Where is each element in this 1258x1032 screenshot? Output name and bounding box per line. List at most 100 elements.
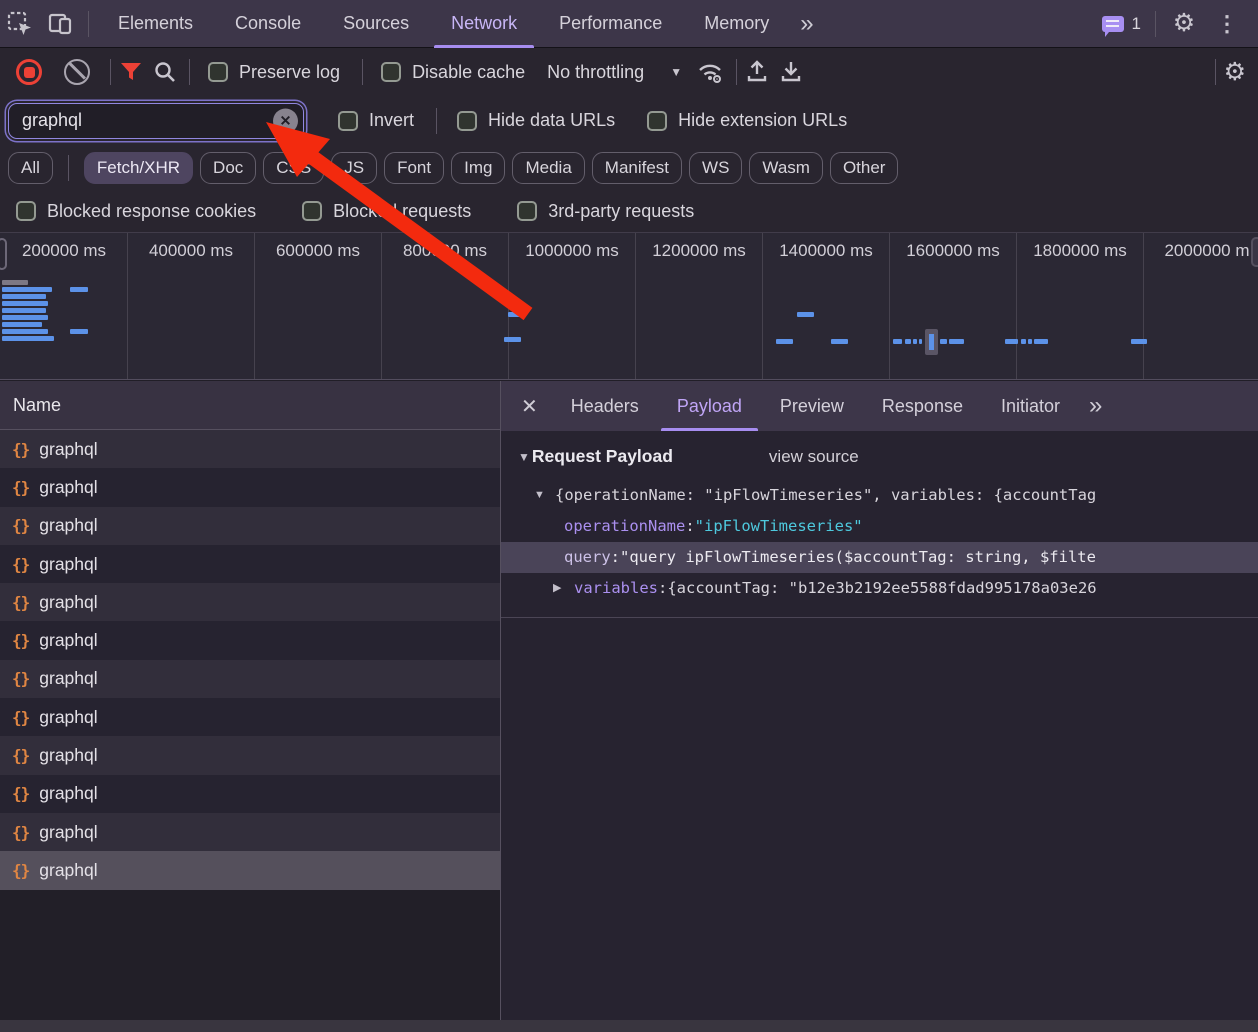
more-detail-tabs-icon[interactable]: » <box>1079 392 1110 420</box>
filter-chip-media[interactable]: Media <box>512 152 584 184</box>
disable-cache-label: Disable cache <box>412 62 525 83</box>
payload-value: "ipFlowTimeseries" <box>695 511 863 542</box>
throttling-value: No throttling <box>547 62 644 83</box>
filter-funnel-icon[interactable] <box>119 61 143 83</box>
payload-section-title: Request Payload <box>532 446 673 467</box>
record-network-log-icon[interactable] <box>16 59 42 85</box>
request-row[interactable]: {}graphql <box>0 430 500 468</box>
preserve-log-checkbox[interactable] <box>208 62 228 82</box>
filter-chip-css[interactable]: CSS <box>263 152 324 184</box>
view-source-link[interactable]: view source <box>769 447 859 467</box>
timeline-tick-label: 400000 ms <box>128 241 254 261</box>
kebab-menu-icon[interactable]: ⋮ <box>1204 11 1250 37</box>
request-row[interactable]: {}graphql <box>0 736 500 774</box>
filter-chip-ws[interactable]: WS <box>689 152 742 184</box>
filter-chip-doc[interactable]: Doc <box>200 152 256 184</box>
payload-collapse-icon[interactable]: ▼ <box>518 450 530 464</box>
clear-filter-icon[interactable]: ✕ <box>273 108 298 133</box>
import-har-icon[interactable] <box>745 59 769 85</box>
request-row[interactable]: {}graphql <box>0 583 500 621</box>
tree-toggle-icon[interactable]: ▶ <box>553 573 574 604</box>
filter-chip-wasm[interactable]: Wasm <box>749 152 823 184</box>
divider <box>68 155 69 181</box>
divider <box>110 59 111 85</box>
timeline-request-bar <box>949 339 964 344</box>
clear-network-log-icon[interactable] <box>64 59 90 85</box>
tab-sources[interactable]: Sources <box>322 0 430 48</box>
inspect-element-icon[interactable] <box>0 4 40 44</box>
request-row[interactable]: {}graphql <box>0 851 500 889</box>
timeline-request-bar <box>919 339 922 344</box>
settings-gear-icon[interactable]: ⚙ <box>1164 4 1204 44</box>
network-conditions-icon[interactable] <box>696 59 724 85</box>
tab-elements[interactable]: Elements <box>97 0 214 48</box>
request-row[interactable]: {} graphql <box>0 545 500 583</box>
filter-chip-js[interactable]: JS <box>331 152 377 184</box>
more-tabs-icon[interactable]: » <box>790 10 821 38</box>
disable-cache-checkbox[interactable] <box>381 62 401 82</box>
3rd-party-requests-checkbox[interactable] <box>517 201 537 221</box>
timeline-tick-label: 1400000 ms <box>763 241 889 261</box>
network-overview-timeline[interactable]: 200000 ms400000 ms600000 ms800000 ms1000… <box>0 232 1258 380</box>
filter-chip-fetch-xhr[interactable]: Fetch/XHR <box>84 152 193 184</box>
filter-chip-all[interactable]: All <box>8 152 53 184</box>
filter-chip-manifest[interactable]: Manifest <box>592 152 682 184</box>
preserve-log-label: Preserve log <box>239 62 340 83</box>
tree-toggle-icon[interactable]: ▼ <box>534 480 555 511</box>
detail-tab-response[interactable]: Response <box>863 381 982 431</box>
detail-tab-payload[interactable]: Payload <box>658 381 761 431</box>
timeline-request-bar <box>1028 339 1032 344</box>
3rd-party-requests-group: 3rd-party requests <box>517 201 694 222</box>
request-row[interactable]: {}graphql <box>0 621 500 659</box>
detail-tab-initiator[interactable]: Initiator <box>982 381 1079 431</box>
throttling-dropdown[interactable]: No throttling ▼ <box>547 62 682 83</box>
payload-colon: : <box>611 542 620 573</box>
payload-line[interactable]: query: "query ipFlowTimeseries($accountT… <box>501 542 1258 573</box>
request-name: graphql <box>39 860 97 881</box>
blocked-response-cookies-group: Blocked response cookies <box>16 201 256 222</box>
tab-network[interactable]: Network <box>430 0 538 48</box>
close-details-icon[interactable]: ✕ <box>521 394 538 419</box>
timeline-request-bar <box>1131 339 1147 344</box>
name-column-header[interactable]: Name <box>0 381 500 430</box>
tab-performance[interactable]: Performance <box>538 0 683 48</box>
issues-icon[interactable] <box>1102 16 1124 32</box>
timeline-request-bar <box>2 336 54 341</box>
device-toolbar-icon[interactable] <box>40 4 80 44</box>
timeline-request-bar <box>2 301 48 306</box>
tab-memory[interactable]: Memory <box>683 0 790 48</box>
request-details-panel: ✕ HeadersPayloadPreviewResponseInitiator… <box>501 381 1258 1020</box>
timeline-request-bar <box>2 329 48 334</box>
divider <box>189 59 190 85</box>
hide-data-urls-checkbox[interactable] <box>457 111 477 131</box>
issues-count[interactable]: 1 <box>1132 14 1141 34</box>
blocked-requests-checkbox[interactable] <box>302 201 322 221</box>
search-icon[interactable] <box>153 60 177 84</box>
request-row[interactable]: {}graphql <box>0 775 500 813</box>
filter-chip-img[interactable]: Img <box>451 152 505 184</box>
request-name: graphql <box>39 554 97 575</box>
network-settings-gear-icon[interactable]: ⚙ <box>1224 60 1246 85</box>
invert-checkbox[interactable] <box>338 111 358 131</box>
main-tab-bar: ElementsConsoleSourcesNetworkPerformance… <box>0 0 1258 48</box>
request-row[interactable]: {}graphql <box>0 698 500 736</box>
request-row[interactable]: {}graphql <box>0 660 500 698</box>
request-row[interactable]: {}graphql <box>0 813 500 851</box>
filter-chip-other[interactable]: Other <box>830 152 899 184</box>
timeline-request-bar <box>2 287 52 292</box>
export-har-icon[interactable] <box>779 59 803 85</box>
hide-extension-urls-checkbox[interactable] <box>647 111 667 131</box>
filter-chip-font[interactable]: Font <box>384 152 444 184</box>
json-braces-icon: {} <box>12 555 29 574</box>
detail-tabs: HeadersPayloadPreviewResponseInitiator <box>552 381 1079 431</box>
tab-console[interactable]: Console <box>214 0 322 48</box>
request-name: graphql <box>39 745 97 766</box>
request-row[interactable]: {}graphql <box>0 468 500 506</box>
request-row[interactable]: {}graphql <box>0 507 500 545</box>
invert-label: Invert <box>369 110 414 131</box>
detail-tab-preview[interactable]: Preview <box>761 381 863 431</box>
hide-extension-urls-label: Hide extension URLs <box>678 110 847 131</box>
blocked-response-cookies-checkbox[interactable] <box>16 201 36 221</box>
detail-tab-headers[interactable]: Headers <box>552 381 658 431</box>
filter-input[interactable] <box>9 104 303 138</box>
